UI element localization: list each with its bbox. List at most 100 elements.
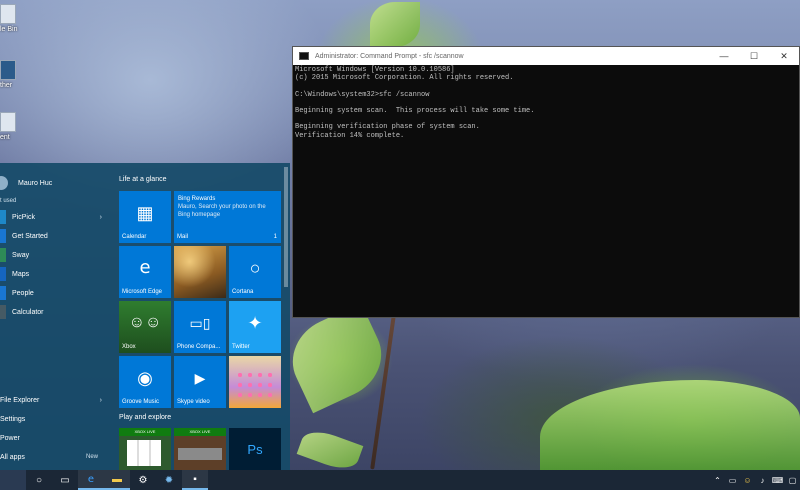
- console-output[interactable]: Microsoft Windows [Version 10.0.10586] (c…: [293, 65, 799, 140]
- tile-minecraft[interactable]: XBOX LIVE: [174, 428, 226, 470]
- app-item-picpick[interactable]: PicPick ›: [0, 208, 108, 226]
- tile-skype-video[interactable]: ▶ Skype video: [174, 356, 226, 408]
- window-title-bar[interactable]: Administrator: Command Prompt - sfc /sca…: [293, 47, 799, 65]
- tile-label: Skype video: [177, 399, 210, 405]
- cortana-icon: ○: [249, 258, 261, 278]
- console-line: Verification 14% complete.: [295, 131, 405, 140]
- desktop-icon-shortcut[interactable]: ther: [0, 56, 20, 96]
- photos-image: [174, 246, 226, 298]
- cortana-circle-icon[interactable]: ○: [26, 470, 52, 490]
- avatar: [0, 176, 8, 190]
- maps-icon: [0, 267, 6, 281]
- system-tray: ⌃ ▭ ☺ ♪ ⌨ ▢: [710, 470, 800, 490]
- tile-mail[interactable]: Bing Rewards Mauro, Search your photo on…: [174, 191, 281, 243]
- new-badge: New: [85, 454, 98, 460]
- desktop-icon-label: le Bin: [0, 26, 18, 33]
- most-used-heading: t used: [0, 198, 17, 204]
- file-explorer-item[interactable]: File Explorer ›: [0, 391, 108, 409]
- chevron-right-icon[interactable]: ›: [100, 397, 102, 404]
- volume-icon[interactable]: ♪: [755, 470, 770, 490]
- app-label: Get Started: [12, 232, 48, 240]
- maximize-button[interactable]: ☐: [739, 47, 769, 65]
- app-item-people[interactable]: People: [0, 284, 108, 302]
- settings-item[interactable]: Settings: [0, 410, 108, 428]
- get-started-icon: [0, 229, 6, 243]
- desktop-icon-label: ther: [0, 82, 13, 89]
- command-prompt-window[interactable]: Administrator: Command Prompt - sfc /sca…: [292, 46, 800, 318]
- groove-music-icon: ◉: [137, 368, 153, 388]
- app-label: People: [12, 289, 34, 297]
- close-button[interactable]: ✕: [769, 47, 799, 65]
- start-button[interactable]: [0, 470, 26, 490]
- bing-message: Mauro, Search your photo on the Bing hom…: [178, 204, 266, 218]
- app-item-calculator[interactable]: Calculator: [0, 303, 108, 321]
- console-line: Microsoft Windows [Version 10.0.10586]: [295, 66, 455, 74]
- tile-xbox[interactable]: ☺☺ Xbox: [119, 301, 171, 353]
- edge-icon[interactable]: e: [78, 470, 104, 490]
- tile-label: Phone Compa...: [177, 344, 221, 350]
- tile-label: Calendar: [122, 234, 147, 240]
- tile-photoshop[interactable]: Ps: [229, 428, 281, 470]
- app-label: Sway: [12, 251, 30, 259]
- keyboard-icon[interactable]: ⌨: [770, 470, 785, 490]
- sway-icon: [0, 248, 6, 262]
- tile-calendar[interactable]: ▦ Calendar: [119, 191, 171, 243]
- file-explorer-label: File Explorer: [0, 396, 40, 404]
- file-explorer-icon[interactable]: ▬: [104, 470, 130, 490]
- window-controls: — ☐ ✕: [709, 47, 799, 65]
- app-label: Calculator: [12, 308, 44, 316]
- power-item[interactable]: Power: [0, 429, 108, 447]
- tile-phone-companion[interactable]: ▭▯ Phone Compa...: [174, 301, 226, 353]
- all-apps-label: All apps: [0, 453, 25, 461]
- network-icon[interactable]: ▭: [725, 470, 740, 490]
- mail-count-badge: 1: [273, 234, 277, 240]
- console-line: Beginning verification phase of system s…: [295, 123, 480, 132]
- console-line: (c) 2015 Microsoft Corporation. All righ…: [295, 74, 514, 83]
- start-menu-left-pane: Mauro Huc t used PicPick › Get Started S…: [0, 163, 112, 470]
- chevron-right-icon[interactable]: ›: [100, 214, 102, 221]
- user-name: Mauro Huc: [18, 179, 53, 187]
- app-label: Maps: [12, 270, 30, 278]
- user-account[interactable]: Mauro Huc: [0, 173, 52, 193]
- start-menu: Mauro Huc t used PicPick › Get Started S…: [0, 163, 290, 470]
- settings-icon[interactable]: ⚙: [130, 470, 156, 490]
- desktop-icon-document[interactable]: ent: [0, 108, 20, 148]
- tile-groove-music[interactable]: ◉ Groove Music: [119, 356, 171, 408]
- settings-label: Settings: [0, 415, 26, 423]
- game-art-image: [235, 370, 275, 400]
- app-item-get-started[interactable]: Get Started: [0, 227, 108, 245]
- emoji-icon[interactable]: ☺: [740, 470, 755, 490]
- tile-solitaire[interactable]: XBOX LIVE: [119, 428, 171, 470]
- tile-edge[interactable]: e Microsoft Edge: [119, 246, 171, 298]
- notification-icon[interactable]: ▢: [785, 470, 800, 490]
- tile-game-art[interactable]: [229, 356, 281, 408]
- cards-icon: [127, 440, 161, 466]
- xbox-live-strip: XBOX LIVE: [174, 428, 226, 436]
- sun-icon[interactable]: ✹: [156, 470, 182, 490]
- xbox-avatar-icon: ☺☺: [128, 314, 162, 331]
- bing-title: Bing Rewards: [178, 196, 216, 202]
- tile-photos[interactable]: [174, 246, 226, 298]
- tile-cortana[interactable]: ○ Cortana: [229, 246, 281, 298]
- power-label: Power: [0, 434, 20, 442]
- shortcut-icon: [0, 60, 16, 80]
- calendar-icon: ▦: [136, 203, 154, 223]
- cmd-icon[interactable]: ▪: [182, 470, 208, 490]
- desktop-icon-recycle-bin[interactable]: le Bin: [0, 0, 20, 40]
- app-item-maps[interactable]: Maps: [0, 265, 108, 283]
- window-title: Administrator: Command Prompt - sfc /sca…: [315, 52, 464, 60]
- tile-twitter[interactable]: ✦ Twitter: [229, 301, 281, 353]
- taskbar: ○ ▭ e ▬ ⚙ ✹ ▪ ⌃ ▭ ☺ ♪ ⌨ ▢: [0, 470, 800, 490]
- recycle-bin-icon: [0, 4, 16, 24]
- task-view-icon[interactable]: ▭: [52, 470, 78, 490]
- start-menu-scrollbar[interactable]: [284, 167, 288, 287]
- tile-label: Mail: [177, 234, 189, 240]
- desktop-icon-label: ent: [0, 134, 10, 141]
- chevron-up-icon[interactable]: ⌃: [710, 470, 725, 490]
- group-title-play: Play and explore: [119, 414, 172, 421]
- all-apps-item[interactable]: All apps New: [0, 448, 108, 466]
- app-item-sway[interactable]: Sway: [0, 246, 108, 264]
- bing-rewards-text: Bing Rewards Mauro, Search your photo on…: [178, 195, 274, 219]
- minimize-button[interactable]: —: [709, 47, 739, 65]
- phone-companion-icon: ▭▯: [189, 315, 211, 331]
